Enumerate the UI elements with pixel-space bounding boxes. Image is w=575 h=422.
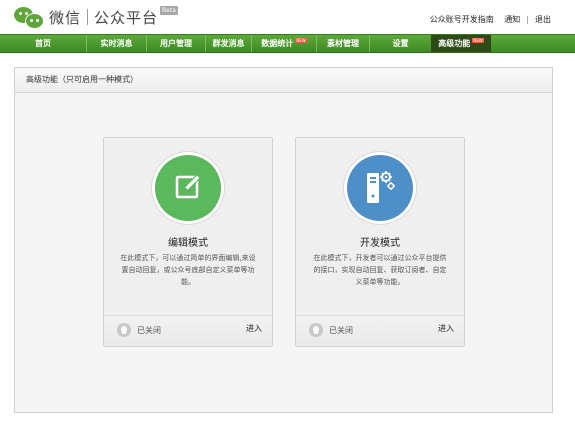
nav-label: 用户管理: [160, 39, 192, 48]
card-footer: 已关闭 进入: [104, 315, 272, 346]
card-footer: 已关闭 进入: [296, 315, 464, 346]
header: 微信 公众平台 Beta 公众账号开发指南 通知 | 退出: [0, 0, 575, 34]
main-nav: 首页 实时消息 用户管理 群发消息 数据统计 NEW 素材管理 设置 高级功能 NE…: [0, 34, 575, 53]
nav-item-materials[interactable]: 素材管理: [317, 35, 369, 52]
logout-link[interactable]: 退出: [535, 14, 551, 25]
logo-separator: [87, 9, 89, 25]
nav-item-user-management[interactable]: 用户管理: [147, 35, 205, 52]
edit-icon: [175, 174, 201, 199]
divider: |: [526, 15, 529, 24]
advanced-features-panel: 高级功能（只可启用一种模式）: [14, 67, 553, 413]
edit-mode-card: 编辑模式 在此模式下，可以通过简单的界面编辑,来设置自动回复，或公众号底部自定义…: [103, 137, 273, 347]
enter-developer-mode-link[interactable]: 进入: [438, 323, 454, 334]
wechat-bubbles-icon: [14, 5, 44, 29]
nav-item-realtime-messages[interactable]: 实时消息: [87, 35, 146, 52]
divider: [498, 15, 501, 24]
nav-label: 群发消息: [212, 39, 245, 48]
card-description: 在此模式下，可以通过简单的界面编辑,来设置自动回复，或公众号底部自定义菜单等功能…: [120, 254, 256, 286]
notification-link[interactable]: 通知: [504, 14, 520, 25]
new-badge: NEW: [472, 38, 484, 43]
mode-status: 已关闭: [329, 326, 353, 335]
wechat-logo[interactable]: 微信 公众平台 Beta: [14, 4, 178, 30]
enter-edit-mode-link[interactable]: 进入: [246, 323, 262, 334]
dev-guide-link[interactable]: 公众账号开发指南: [430, 14, 494, 25]
nav-item-home[interactable]: 首页: [0, 35, 86, 52]
lightbulb-icon: [117, 323, 131, 337]
developer-mode-card: 开发模式 在此模式下，开发者可以通过公众平台提供的接口，实现自动回复、获取订阅者…: [295, 137, 465, 347]
nav-label: 素材管理: [327, 39, 359, 48]
nav-item-settings[interactable]: 设置: [370, 35, 431, 52]
nav-label: 首页: [35, 39, 51, 48]
top-links: 公众账号开发指南 通知 | 退出: [430, 14, 551, 25]
edit-mode-icon-circle[interactable]: [155, 155, 221, 221]
panel-title: 高级功能（只可启用一种模式）: [15, 68, 552, 93]
nav-label: 设置: [392, 39, 409, 48]
nav-label: 高级功能: [438, 39, 471, 48]
nav-item-advanced[interactable]: 高级功能 NEW: [431, 35, 491, 52]
card-title: 开发模式: [360, 238, 400, 249]
developer-mode-icon-circle[interactable]: [347, 155, 413, 221]
nav-item-mass-messages[interactable]: 群发消息: [206, 35, 251, 52]
card-body: 编辑模式 在此模式下，可以通过简单的界面编辑,来设置自动回复，或公众号底部自定义…: [104, 138, 272, 316]
mode-status: 已关闭: [137, 326, 161, 335]
logo-text: 微信: [49, 8, 82, 27]
nav-label: 实时消息: [100, 39, 133, 48]
card-title: 编辑模式: [168, 238, 208, 249]
lightbulb-icon: [309, 323, 323, 337]
nav-item-statistics[interactable]: 数据统计 NEW: [252, 35, 316, 52]
nav-label: 数据统计: [261, 39, 294, 48]
new-badge: NEW: [295, 38, 307, 43]
logo-subtitle: 公众平台: [94, 8, 159, 27]
beta-badge: Beta: [160, 5, 178, 15]
card-description: 在此模式下，开发者可以通过公众平台提供的接口，实现自动回复、获取订阅者、自定义菜…: [313, 254, 447, 286]
card-body: 开发模式 在此模式下，开发者可以通过公众平台提供的接口，实现自动回复、获取订阅者…: [296, 138, 464, 316]
server-icon: [367, 171, 395, 203]
